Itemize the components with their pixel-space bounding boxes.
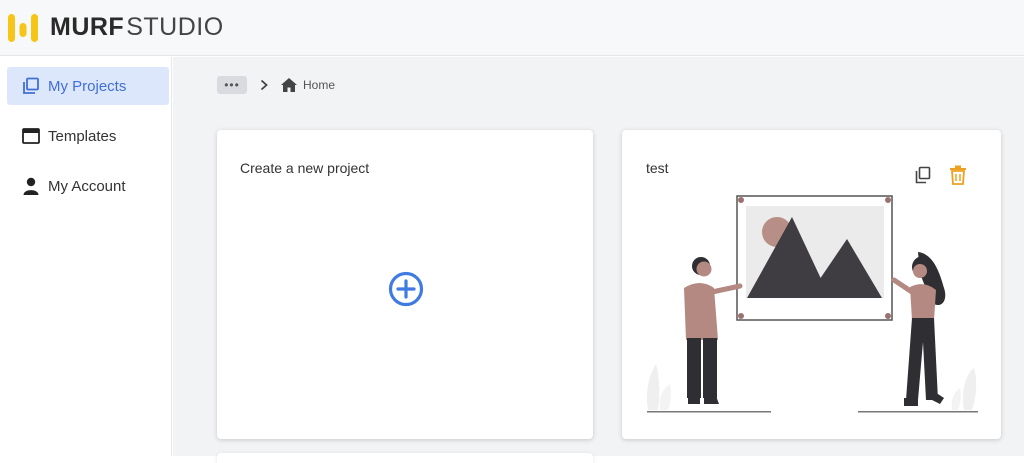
sidebar-item-label: Templates	[48, 127, 117, 145]
sidebar-item-my-account[interactable]: My Account	[7, 167, 169, 205]
sidebar-item-templates[interactable]: Templates	[7, 117, 169, 155]
brand-bold: MURF	[50, 13, 125, 41]
gallery-illustration-icon	[646, 195, 978, 413]
breadcrumb: ••• Home	[217, 75, 335, 95]
brand-name[interactable]: MURF STUDIO	[50, 13, 224, 42]
delete-icon[interactable]	[949, 165, 967, 185]
projects-icon	[21, 76, 41, 96]
project-card[interactable]: test	[622, 130, 1001, 439]
app-header: MURF STUDIO	[0, 0, 1024, 56]
next-card-edge	[217, 453, 593, 463]
card-title: test	[646, 160, 669, 176]
create-project-card[interactable]: Create a new project	[217, 130, 593, 439]
murf-logo-icon[interactable]	[8, 11, 38, 45]
user-icon	[21, 176, 41, 196]
sidebar: My Projects Templates My Account	[0, 57, 172, 456]
sidebar-item-my-projects[interactable]: My Projects	[7, 67, 169, 105]
sidebar-item-label: My Account	[48, 177, 126, 195]
breadcrumb-home-link[interactable]: Home	[303, 78, 335, 92]
home-icon[interactable]	[280, 76, 298, 94]
card-title: Create a new project	[240, 160, 370, 176]
breadcrumb-more-button[interactable]: •••	[217, 76, 247, 94]
copy-icon[interactable]	[914, 166, 932, 184]
sidebar-item-label: My Projects	[48, 77, 127, 95]
template-icon	[21, 126, 41, 146]
plus-circle-icon[interactable]	[387, 270, 425, 308]
brand-light: STUDIO	[126, 13, 224, 41]
chevron-right-icon	[259, 78, 271, 92]
main-content: ••• Home Create a new project test	[173, 57, 1024, 463]
